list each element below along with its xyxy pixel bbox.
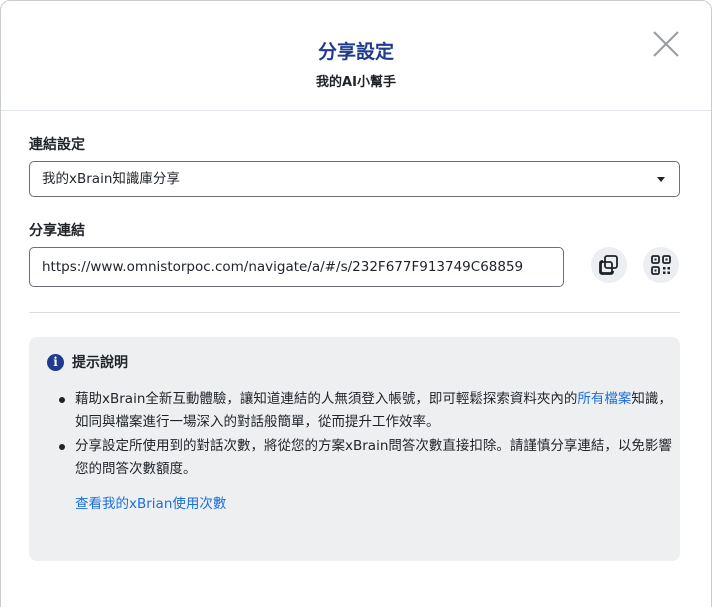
dialog-header: 分享設定 我的AI小幫手 xyxy=(1,1,711,111)
section-divider xyxy=(29,312,680,313)
dialog-title: 分享設定 xyxy=(317,41,394,63)
link-setting-selected-value: 我的xBrain知識庫分享 xyxy=(42,171,180,187)
notice-item: 藉助xBrain全新互動體驗，讓知道連結的人無須登入帳號，即可輕鬆探索資料夾內的… xyxy=(47,388,675,433)
notice-item-1-text-before: 藉助xBrain全新互動體驗，讓知道連結的人無須登入帳號，即可輕鬆探索資料夾內的 xyxy=(75,391,578,407)
notice-panel: i 提示說明 藉助xBrain全新互動體驗，讓知道連結的人無須登入帳號，即可輕鬆… xyxy=(29,337,680,561)
share-settings-dialog: 分享設定 我的AI小幫手 連結設定 我的xBrain知識庫分享 分享連結 htt… xyxy=(0,0,712,607)
info-icon: i xyxy=(47,353,64,371)
close-button[interactable] xyxy=(651,29,681,59)
share-link-field[interactable]: https://www.omnistorpoc.com/navigate/a/#… xyxy=(29,247,564,287)
qr-code-icon xyxy=(651,255,671,275)
all-files-link[interactable]: 所有檔案 xyxy=(577,391,631,407)
dropdown-arrow-icon xyxy=(657,177,665,182)
dialog-subtitle: 我的AI小幫手 xyxy=(316,75,396,90)
share-link-label: 分享連結 xyxy=(29,223,85,239)
notice-item-2-text: 分享設定所使用到的對話次數，將從您的方案xBrain問答次數直接扣除。請謹慎分享… xyxy=(75,438,672,477)
close-icon xyxy=(653,31,679,57)
view-usage-link[interactable]: 查看我的xBrian使用次數 xyxy=(75,492,226,512)
notice-title: 提示說明 xyxy=(72,355,128,371)
notice-list: 藉助xBrain全新互動體驗，讓知道連結的人無須登入帳號，即可輕鬆探索資料夾內的… xyxy=(47,388,672,480)
qr-code-button[interactable] xyxy=(643,247,679,283)
link-setting-label: 連結設定 xyxy=(29,137,85,153)
copy-icon xyxy=(599,255,618,275)
notice-header: i 提示說明 xyxy=(47,352,662,372)
link-setting-select[interactable]: 我的xBrain知識庫分享 xyxy=(29,161,680,197)
copy-link-button[interactable] xyxy=(591,247,627,283)
notice-item: 分享設定所使用到的對話次數，將從您的方案xBrain問答次數直接扣除。請謹慎分享… xyxy=(47,435,675,480)
